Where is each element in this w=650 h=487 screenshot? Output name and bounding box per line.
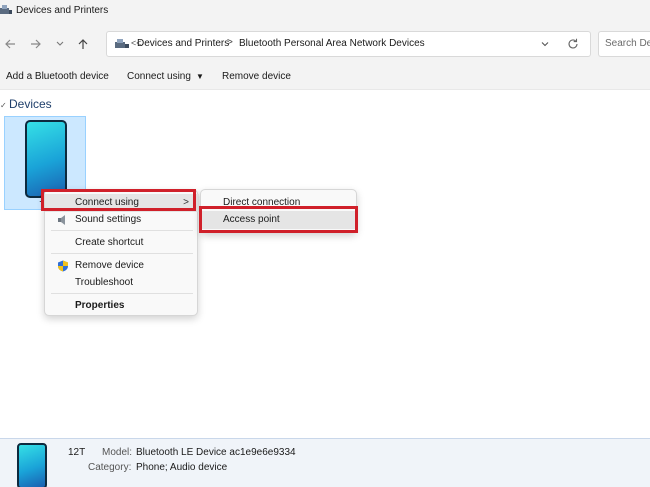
detail-model-value: Bluetooth LE Device ac1e9e6e9334 xyxy=(136,447,296,458)
menu-item-create-shortcut[interactable]: Create shortcut xyxy=(45,234,199,252)
address-dropdown-chevron-icon[interactable] xyxy=(539,38,551,50)
refresh-icon[interactable] xyxy=(566,37,580,51)
breadcrumb-bluetooth-pan-devices[interactable]: Bluetooth Personal Area Network Devices xyxy=(239,38,425,49)
dropdown-caret-icon: ▼ xyxy=(195,72,204,81)
menu-item-troubleshoot[interactable]: Troubleshoot xyxy=(45,274,199,292)
menu-separator xyxy=(51,293,193,294)
detail-category-value: Phone; Audio device xyxy=(136,462,228,473)
menu-item-label: Create shortcut xyxy=(75,237,144,248)
menu-item-label: Sound settings xyxy=(75,214,142,225)
device-context-menu: Connect using > Sound settings Create sh… xyxy=(44,189,199,316)
menu-item-label: Troubleshoot xyxy=(75,277,133,288)
menu-item-label: Properties xyxy=(75,300,125,311)
menu-separator xyxy=(51,230,193,231)
search-placeholder: Search Dev xyxy=(605,38,650,49)
title-bar: Devices and Printers xyxy=(0,0,650,22)
phone-device-icon xyxy=(17,443,47,487)
menu-item-properties[interactable]: Properties xyxy=(45,297,199,315)
devices-group-label: Devices xyxy=(9,97,52,111)
detail-device-name: 12T xyxy=(68,447,86,458)
collapse-chevron-icon[interactable]: ✓ xyxy=(0,101,9,110)
window-title: Devices and Printers xyxy=(16,5,109,16)
details-pane: 12T Model: Bluetooth LE Device ac1e9e6e9… xyxy=(0,438,650,487)
back-arrow-icon[interactable] xyxy=(2,36,18,52)
detail-category-key: Category: xyxy=(88,462,132,473)
add-bluetooth-device-button[interactable]: Add a Bluetooth device xyxy=(6,71,109,82)
remove-device-button[interactable]: Remove device xyxy=(222,71,291,82)
menu-item-sound-settings[interactable]: Sound settings xyxy=(45,211,199,229)
menu-item-label: Remove device xyxy=(75,260,144,271)
forward-arrow-icon[interactable] xyxy=(28,36,44,52)
connect-using-button[interactable]: Connect using ▼ xyxy=(127,71,204,82)
menu-separator xyxy=(51,253,193,254)
submenu-item-direct-connection[interactable]: Direct connection xyxy=(201,194,358,212)
speaker-icon xyxy=(58,215,65,225)
submenu-item-label: Direct connection xyxy=(223,197,301,208)
up-arrow-icon[interactable] xyxy=(75,36,91,52)
search-input[interactable]: Search Dev xyxy=(598,31,650,57)
connect-using-submenu: Direct connection Access point xyxy=(200,189,358,233)
connect-using-label: Connect using xyxy=(127,71,191,82)
recent-locations-chevron-icon[interactable] xyxy=(52,36,68,52)
phone-device-icon xyxy=(25,120,67,198)
devices-group-header[interactable]: ✓ Devices xyxy=(0,97,52,111)
breadcrumb-separator[interactable]: > xyxy=(227,37,233,48)
menu-item-label: Connect using xyxy=(75,197,139,208)
command-toolbar: Add a Bluetooth device Connect using ▼ Re… xyxy=(0,66,650,90)
menu-item-connect-using[interactable]: Connect using > xyxy=(45,194,199,212)
breadcrumb-devices-and-printers[interactable]: Devices and Printers xyxy=(137,38,229,49)
detail-model-key: Model: xyxy=(102,447,133,458)
submenu-item-access-point[interactable]: Access point xyxy=(201,211,358,229)
menu-item-remove-device[interactable]: Remove device xyxy=(45,257,199,275)
devices-printers-icon xyxy=(0,5,12,14)
submenu-item-label: Access point xyxy=(223,214,280,225)
submenu-arrow-icon: > xyxy=(183,197,189,208)
uac-shield-icon xyxy=(58,260,68,272)
address-bar[interactable]: << Devices and Printers > Bluetooth Pers… xyxy=(106,31,591,57)
devices-printers-icon xyxy=(115,39,129,48)
